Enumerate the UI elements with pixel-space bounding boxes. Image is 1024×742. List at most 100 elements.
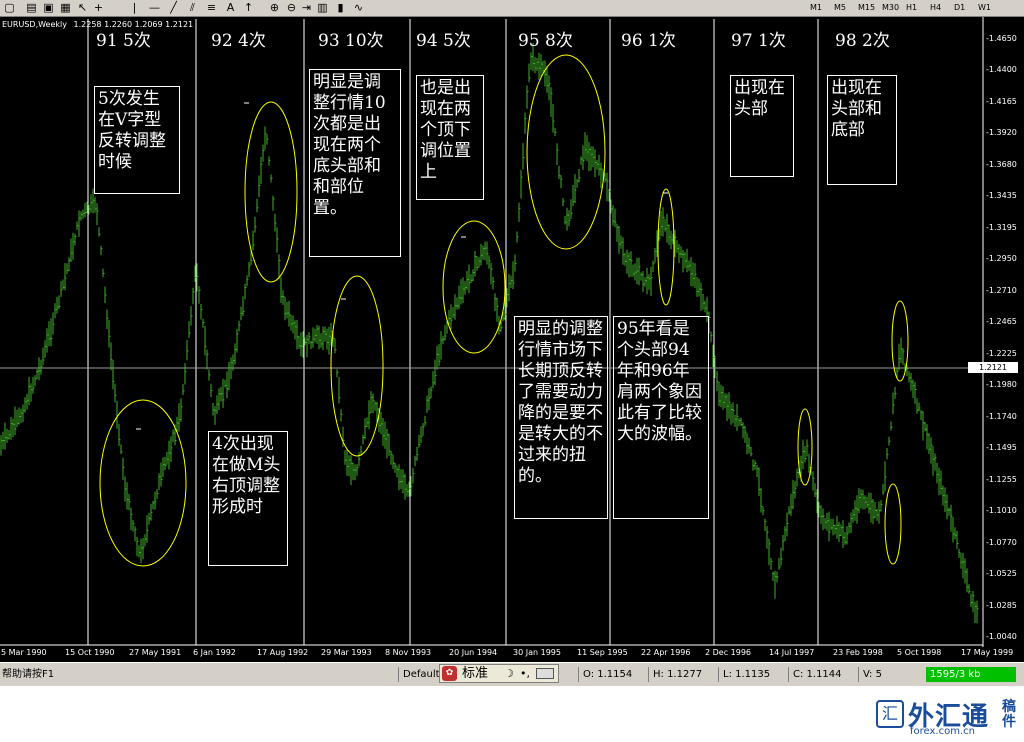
price-bar [806,439,809,457]
time-tick: 22 Apr 1996 [641,648,691,657]
timeframe-m5[interactable]: M5 [834,1,846,14]
price-bar [316,324,319,344]
price-bar [852,509,855,523]
channel-icon[interactable]: ⫽ [186,1,199,14]
timeframe-d1[interactable]: D1 [954,1,965,14]
toolbar: ▢ ▤ ▣ ▦ ↖ + | — ╱ ⫽ ≡ A ↑ ⊕ ⊖ ⇥ ▥ ▮ ∿ M1 M5 M15 M30 H1 H4 D1 W1 [0,0,1024,17]
price-bar [954,527,957,540]
price-bar [10,417,13,440]
price-bar [738,417,741,427]
zoom-in-icon[interactable]: ⊕ [268,1,281,14]
price-bar [880,500,883,512]
timeframe-m1[interactable]: M1 [810,1,822,14]
price-bar [142,538,145,560]
time-tick: 17 Aug 1992 [257,648,309,657]
timeframe-w1[interactable]: W1 [978,1,991,14]
price-bar [102,268,105,278]
price-bar [430,386,433,399]
timeframe-h4[interactable]: H4 [930,1,941,14]
zoom-out-icon[interactable]: ⊖ [285,1,298,14]
timeframe-h1[interactable]: H1 [906,1,917,14]
fibonacci-icon[interactable]: ≡ [205,1,218,14]
price-chart[interactable]: EURUSD,Weekly 1.2258 1.2260 1.2069 1.212… [0,17,1024,662]
price-tick: -1.2710 [986,285,1017,295]
price-bar [192,287,195,305]
price-bar [552,104,555,133]
ime-toolbar[interactable]: ✿ 标准 ☽ •, [439,664,559,683]
price-bar [82,209,85,219]
timeframe-m30[interactable]: M30 [882,1,899,14]
text-icon[interactable]: A [224,1,237,14]
price-bar [66,263,69,275]
cursor-icon[interactable]: ↖ [76,1,89,14]
trendline-icon[interactable]: ╱ [167,1,180,14]
price-bar [956,530,959,550]
keyboard-icon[interactable] [536,668,554,679]
new-file-icon[interactable]: ▢ [3,1,16,14]
price-bar [960,553,963,569]
price-bar [318,325,321,350]
price-bar [126,482,129,510]
price-bar [50,318,53,347]
price-bar [136,537,139,557]
price-bar [640,272,643,281]
price-bar [820,505,823,525]
scroll-icon[interactable]: ⇥ [300,1,313,14]
time-tick: 23 Feb 1998 [833,648,883,657]
line-chart-icon[interactable]: ∿ [352,1,365,14]
horizontal-line-icon[interactable]: — [148,1,161,14]
price-bar [908,371,911,383]
price-bar [560,175,563,189]
price-bar [912,379,915,398]
price-bar [622,237,625,265]
vertical-line-icon[interactable]: | [128,1,141,14]
price-bar [976,600,979,624]
price-bar [34,375,37,387]
ime-logo-icon[interactable]: ✿ [442,666,457,681]
ime-mode-label[interactable]: 标准 [462,666,488,682]
price-bar [898,343,901,371]
bar-chart-icon[interactable]: ▥ [316,1,329,14]
profile-name[interactable]: Default [398,667,439,682]
price-bar [346,449,349,476]
price-bar [98,227,101,237]
price-bar [70,238,73,262]
timeframe-m15[interactable]: M15 [858,1,875,14]
price-bar [642,271,645,293]
price-bar [918,402,921,412]
price-bar [772,571,775,581]
price-bar [484,241,487,261]
price-bar [348,455,351,477]
price-bar [594,149,597,177]
price-bar [792,480,795,510]
price-bar [68,257,71,272]
price-bar [524,112,527,134]
price-bar [562,198,565,207]
crosshair-icon[interactable]: + [92,1,105,14]
price-bar [12,418,15,438]
punctuation-icon[interactable]: •, [520,666,530,682]
moon-icon[interactable]: ☽ [504,666,514,682]
price-bar [478,257,481,268]
price-bar [572,185,575,207]
price-bar [196,263,199,292]
price-bar [514,254,517,272]
price-bar [824,517,827,529]
price-bar [40,359,43,375]
price-bar [614,208,617,228]
save-icon[interactable]: ▣ [42,1,55,14]
price-bar [390,451,393,465]
price-bar [866,496,869,508]
price-bar [268,156,271,166]
open-icon[interactable]: ▤ [25,1,38,14]
price-bar [966,568,969,593]
price-bar [858,488,861,514]
candle-icon[interactable]: ▮ [334,1,347,14]
price-tick: -1.0770 [986,537,1017,547]
price-bar [80,211,83,221]
price-bar [54,303,57,319]
arrow-icon[interactable]: ↑ [242,1,255,14]
price-bar [680,246,683,258]
price-bar [948,507,951,516]
print-icon[interactable]: ▦ [59,1,72,14]
